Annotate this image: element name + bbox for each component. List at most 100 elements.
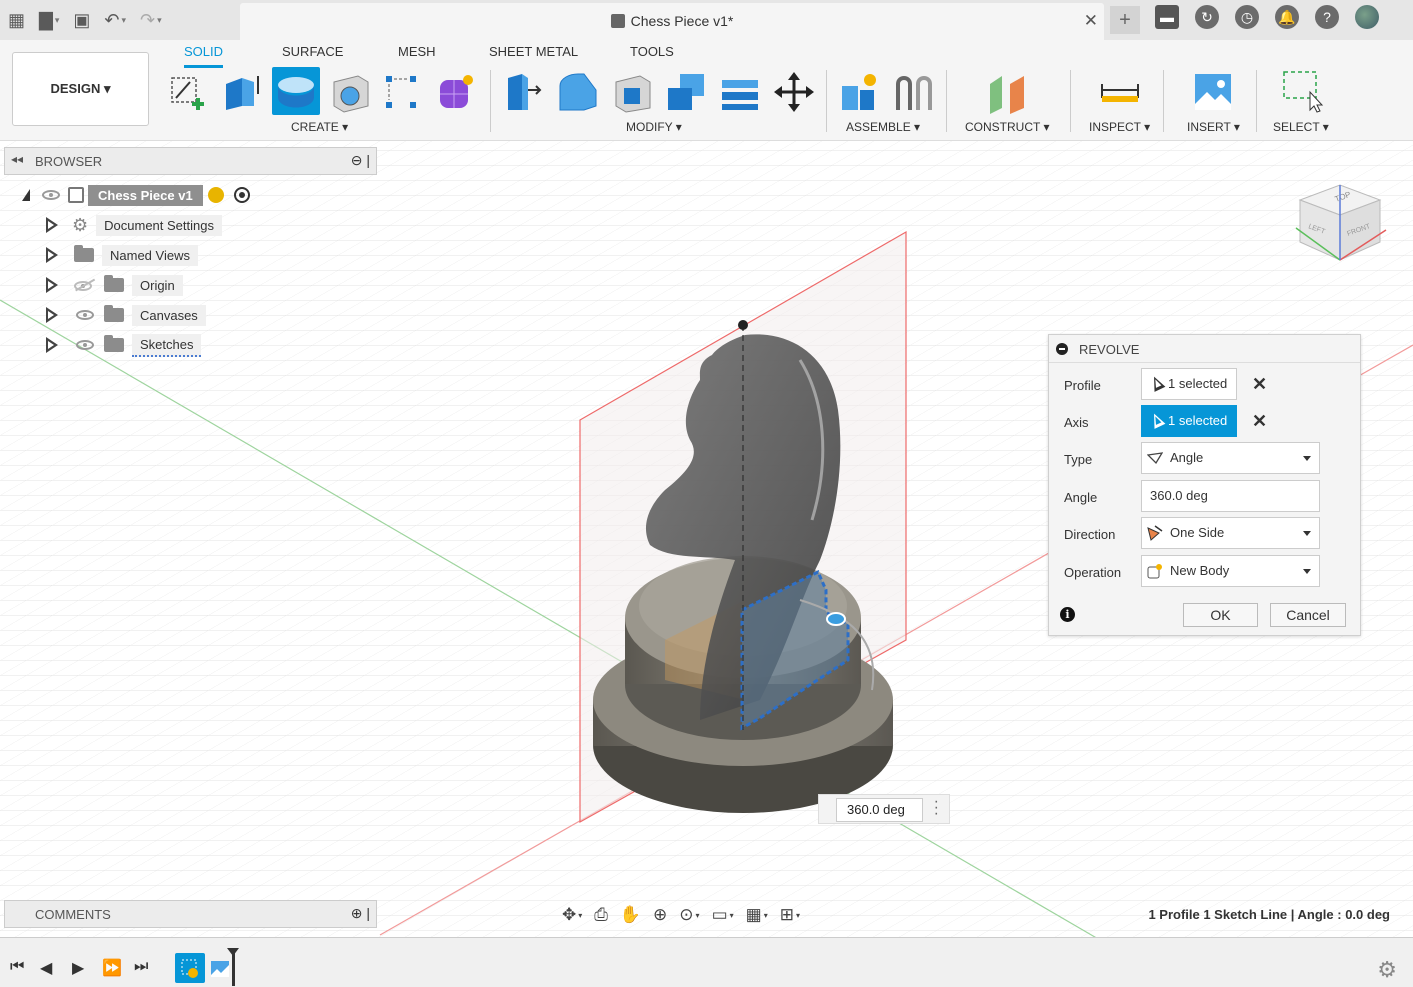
browser-item-named-views[interactable]: Named Views [46,244,198,266]
modify-menu[interactable]: MODIFY ▾ [626,120,682,134]
new-component-icon[interactable] [838,70,882,114]
jobs-icon[interactable]: ◷ [1235,5,1259,29]
activate-radio-icon[interactable] [233,187,250,203]
inspect-menu[interactable]: INSPECT ▾ [1089,120,1150,134]
construct-menu[interactable]: CONSTRUCT ▾ [965,120,1049,134]
viewports-icon[interactable]: ⊞ ▾ [780,905,800,925]
go-to-end-icon[interactable]: ⏭ [134,958,148,976]
more-options-icon[interactable]: · · · [934,794,939,822]
file-icon[interactable]: ▇ ▾ [39,10,59,31]
ok-button[interactable]: OK [1183,603,1258,627]
measure-icon[interactable] [1098,70,1142,114]
display-settings-icon[interactable]: ▭ ▾ [712,905,734,925]
type-dropdown[interactable]: Angle [1141,442,1320,474]
expand-triangle-icon[interactable] [46,337,60,353]
select-icon[interactable] [1282,70,1326,114]
move-icon[interactable] [772,70,816,114]
axis-selector[interactable]: 1 selected [1141,405,1237,437]
document-tab[interactable]: Chess Piece v1* ✕ [240,3,1104,40]
browser-item-origin[interactable]: Origin [46,274,183,296]
collapse-dialog-icon[interactable] [1056,343,1068,355]
tab-solid[interactable]: SOLID [184,44,224,68]
gear-icon[interactable]: ⚙ [1377,957,1397,983]
browser-root[interactable]: Chess Piece v1 [22,184,250,206]
root-component-label[interactable]: Chess Piece v1 [88,184,203,206]
look-at-icon[interactable]: ⎙ [594,905,608,925]
zoom-icon[interactable]: ⊕ [653,905,667,925]
expand-triangle-icon[interactable] [46,277,60,293]
profile-selector[interactable]: 1 selected [1141,368,1237,400]
assemble-menu[interactable]: ASSEMBLE ▾ [846,120,920,134]
operation-dropdown[interactable]: New Body [1141,555,1320,587]
save-icon[interactable]: ▣ [73,10,90,31]
direction-dropdown[interactable]: One Side [1141,517,1320,549]
comments-panel-header[interactable]: COMMENTS ⊕ | [4,900,377,928]
step-forward-icon[interactable]: ⏩ [102,958,122,978]
collapse-browser-icon[interactable]: ◂◂ [11,152,23,166]
hidden-eye-icon[interactable] [74,278,95,291]
view-cube[interactable]: TOP LEFT FRONT [1290,180,1390,270]
form-icon[interactable] [434,70,478,114]
timeline-marker[interactable] [227,948,239,986]
pattern-icon[interactable] [380,70,424,114]
create-menu[interactable]: CREATE ▾ [291,120,348,134]
tab-sheet-metal[interactable]: SHEET METAL [489,44,578,59]
joint-icon[interactable] [892,70,936,114]
extrude-icon[interactable] [220,70,264,114]
hole-icon[interactable] [328,70,372,114]
fit-icon[interactable]: ⊙ ▾ [679,905,699,925]
collapse-triangle-icon[interactable] [22,189,30,201]
angle-field[interactable]: 360.0 deg [1141,480,1320,512]
browser-item-canvases[interactable]: Canvases [46,304,206,326]
press-pull-icon[interactable] [502,70,546,114]
shell-icon[interactable] [610,70,654,114]
select-menu[interactable]: SELECT ▾ [1273,120,1329,134]
revolve-icon[interactable] [272,67,320,115]
browser-item-sketches[interactable]: Sketches [46,333,202,357]
browser-minimize-icon[interactable]: ⊖ | [351,152,370,169]
browser-item-document-settings[interactable]: ⚙ Document Settings [46,214,222,236]
angle-input-field[interactable]: 360.0 deg [836,798,923,822]
orbit-icon[interactable]: ✥ ▾ [562,905,582,925]
insert-image-icon[interactable] [1191,70,1235,114]
insert-menu[interactable]: INSERT ▾ [1187,120,1240,134]
avatar[interactable] [1355,5,1379,29]
workspace-switcher[interactable]: DESIGN ▾ [12,52,149,126]
create-sketch-icon[interactable] [166,70,210,114]
revolve-dialog-header[interactable]: REVOLVE [1049,335,1360,363]
go-to-start-icon[interactable]: ⏮ [10,958,24,976]
visibility-icon[interactable] [76,340,94,350]
pan-icon[interactable]: ✋ [620,905,641,925]
close-tab-icon[interactable]: ✕ [1084,11,1098,31]
undo-icon[interactable]: ↶ ▾ [104,10,126,31]
timeline-sketch-feature[interactable] [175,953,205,983]
visibility-icon[interactable] [76,310,94,320]
cancel-button[interactable]: Cancel [1270,603,1346,627]
tab-mesh[interactable]: MESH [398,44,436,59]
redo-icon[interactable]: ↷ ▾ [140,10,162,31]
grid-settings-icon[interactable]: ▦ ▾ [746,905,768,925]
offset-face-icon[interactable] [718,70,762,114]
grid-icon[interactable]: ▦ [8,10,25,31]
expand-triangle-icon[interactable] [46,247,60,263]
new-tab-button[interactable]: + [1110,6,1140,34]
offset-plane-icon[interactable] [986,70,1030,114]
tab-surface[interactable]: SURFACE [282,44,343,59]
tab-tools[interactable]: TOOLS [630,44,674,59]
recent-icon[interactable]: ↻ [1195,5,1219,29]
info-icon[interactable]: i [1060,607,1075,622]
notifications-icon[interactable]: ▬ [1155,5,1179,29]
step-back-icon[interactable]: ◀ [40,958,52,978]
browser-panel-header[interactable]: ◂◂ BROWSER ⊖ | [4,147,377,175]
combine-icon[interactable] [664,70,708,114]
play-icon[interactable]: ▶ [72,958,84,978]
visibility-icon[interactable] [42,190,60,200]
help-icon[interactable]: ? [1315,5,1339,29]
fillet-icon[interactable] [556,70,600,114]
add-comment-icon[interactable]: ⊕ | [351,905,370,922]
expand-triangle-icon[interactable] [46,307,60,323]
clear-axis-icon[interactable]: ✕ [1252,411,1267,432]
clear-profile-icon[interactable]: ✕ [1252,374,1267,395]
alerts-icon[interactable]: 🔔 [1275,5,1299,29]
expand-triangle-icon[interactable] [46,217,60,233]
